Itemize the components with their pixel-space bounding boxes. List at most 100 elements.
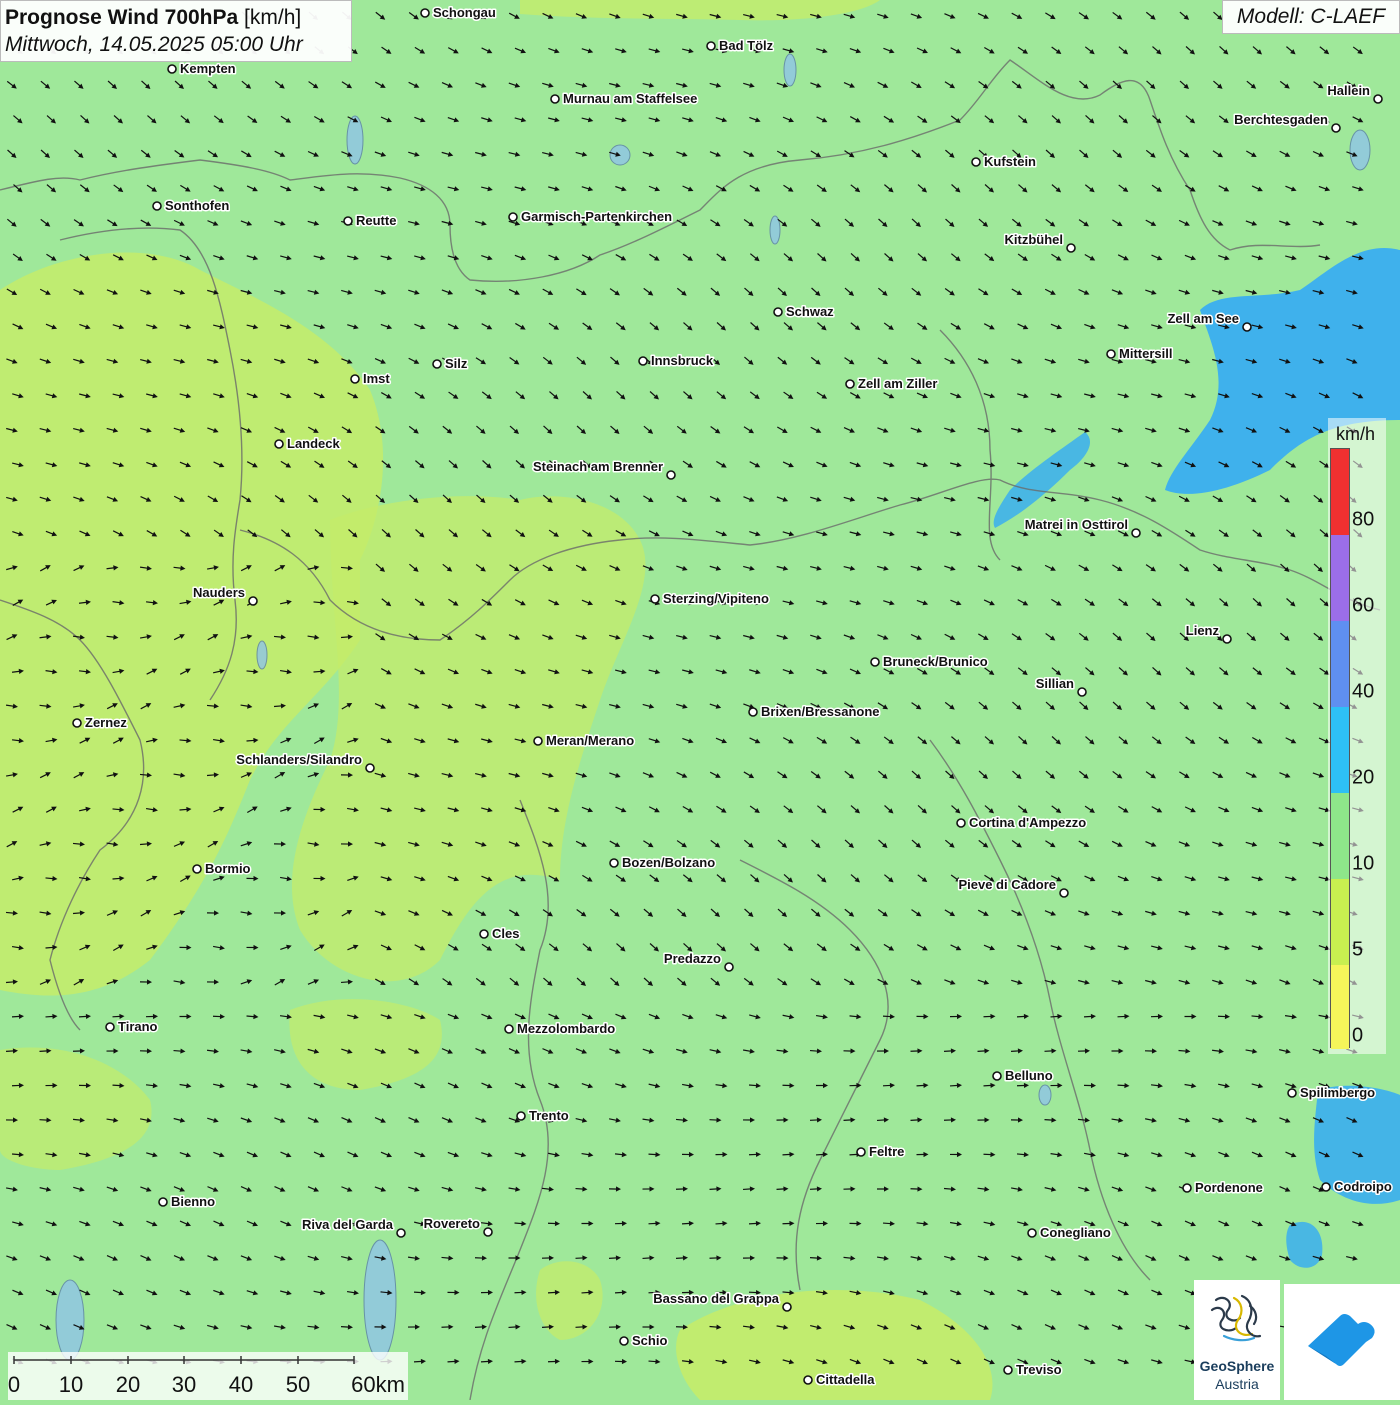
lake-como [56, 1280, 84, 1360]
city-label: Kufstein [984, 154, 1036, 169]
city-label: Codroipo [1334, 1179, 1392, 1194]
scale-label-20: 20 [116, 1372, 140, 1397]
city-marker: Murnau am Staffelsee [551, 91, 697, 106]
title-unit: [km/h] [244, 6, 301, 29]
city-label: Matrei in Osttirol [1025, 517, 1128, 532]
city-dot [153, 202, 161, 210]
city-label: Spilimbergo [1300, 1085, 1375, 1100]
lake-chiemsee-edge [1350, 130, 1370, 170]
forecast-datetime: Mittwoch, 14.05.2025 05:00 Uhr [5, 31, 347, 58]
city-label: Innsbruck [651, 353, 714, 368]
city-label: Bad Tölz [719, 38, 774, 53]
city-dot [707, 42, 715, 50]
city-label: Predazzo [664, 951, 721, 966]
legend-segment-40 [1331, 621, 1349, 707]
city-label: Pieve di Cadore [958, 877, 1056, 892]
legend-tick-5: 5 [1352, 939, 1363, 962]
city-dot [1374, 95, 1382, 103]
title-box: Prognose Wind 700hPa [km/h] Mittwoch, 14… [0, 0, 352, 62]
scale-label-40: 40 [229, 1372, 253, 1397]
city-dot [1322, 1183, 1330, 1191]
city-dot [73, 719, 81, 727]
city-label: Bormio [205, 861, 251, 876]
city-dot [159, 1198, 167, 1206]
city-marker: Innsbruck [639, 353, 714, 368]
lake-reschensee [257, 641, 267, 669]
lake-santa-croce [1039, 1085, 1051, 1105]
legend-tick-10: 10 [1352, 853, 1374, 876]
city-dot [1028, 1229, 1036, 1237]
scale-label-10: 10 [59, 1372, 83, 1397]
city-dot [774, 308, 782, 316]
city-label: Pordenone [1195, 1180, 1263, 1195]
city-dot [351, 375, 359, 383]
city-marker: Schongau [421, 5, 496, 20]
city-dot [667, 471, 675, 479]
city-label: Reutte [356, 213, 396, 228]
city-dot [871, 658, 879, 666]
city-dot [639, 357, 647, 365]
city-label: Zell am Ziller [858, 376, 937, 391]
city-dot [551, 95, 559, 103]
app-logo[interactable] [1284, 1284, 1400, 1400]
city-dot [106, 1023, 114, 1031]
city-label: Riva del Garda [302, 1217, 394, 1232]
city-dot [484, 1228, 492, 1236]
city-dot [275, 440, 283, 448]
legend-colorbar [1330, 448, 1350, 1048]
scale-bar: 0 10 20 30 40 50 60km [8, 1352, 408, 1400]
city-label: Murnau am Staffelsee [563, 91, 697, 106]
map-title: Prognose Wind 700hPa [km/h] [5, 4, 347, 31]
city-label: Feltre [869, 1144, 904, 1159]
scale-label-50: 50 [286, 1372, 310, 1397]
logo-text-line1: GeoSphere [1194, 1358, 1280, 1374]
city-marker: Brixen/Bressanone [749, 704, 880, 719]
geosphere-logo-icon [1194, 1280, 1280, 1356]
scale-label-0: 0 [8, 1372, 20, 1397]
city-label: Bozen/Bolzano [622, 855, 715, 870]
city-label: Bienno [171, 1194, 215, 1209]
city-label: Landeck [287, 436, 341, 451]
city-label: Cittadella [816, 1372, 875, 1387]
city-dot [725, 963, 733, 971]
city-dot [505, 1025, 513, 1033]
city-dot [534, 737, 542, 745]
city-label: Cortina d'Ampezzo [969, 815, 1086, 830]
city-label: Zernez [85, 715, 127, 730]
scale-label-30: 30 [172, 1372, 196, 1397]
city-label: Kempten [180, 61, 236, 76]
city-dot [421, 9, 429, 17]
city-label: Berchtesgaden [1234, 112, 1328, 127]
geosphere-logo[interactable]: GeoSphere Austria [1194, 1280, 1280, 1400]
city-marker: Meran/Merano [534, 733, 634, 748]
city-marker: Conegliano [1028, 1225, 1111, 1240]
city-dot [957, 819, 965, 827]
city-label: Cles [492, 926, 519, 941]
city-marker: Spilimbergo [1288, 1085, 1375, 1100]
lake-plansee [347, 116, 363, 164]
legend-segment-10 [1331, 793, 1349, 879]
city-marker: Bozen/Bolzano [610, 855, 715, 870]
city-label: Schio [632, 1333, 667, 1348]
city-dot [193, 865, 201, 873]
legend-segment-5 [1331, 879, 1349, 965]
city-label: Mezzolombardo [517, 1021, 615, 1036]
city-marker: Sonthofen [153, 198, 229, 213]
city-dot [610, 859, 618, 867]
city-label: Bruneck/Brunico [883, 654, 988, 669]
city-dot [749, 708, 757, 716]
city-dot [1004, 1366, 1012, 1374]
city-label: Sterzing/Vipiteno [663, 591, 769, 606]
legend-tick-40: 40 [1352, 681, 1374, 704]
city-dot [517, 1112, 525, 1120]
app-logo-icon [1284, 1284, 1400, 1400]
city-dot [366, 764, 374, 772]
city-label: Nauders [193, 585, 245, 600]
city-label: Kitzbühel [1005, 232, 1064, 247]
city-dot [972, 158, 980, 166]
city-label: Tirano [118, 1019, 158, 1034]
scale-bar-graphic: 0 10 20 30 40 50 60km [8, 1352, 408, 1400]
city-label: Meran/Merano [546, 733, 634, 748]
legend-segment-60 [1331, 535, 1349, 621]
model-label: Modell: C-LAEF [1222, 0, 1400, 34]
